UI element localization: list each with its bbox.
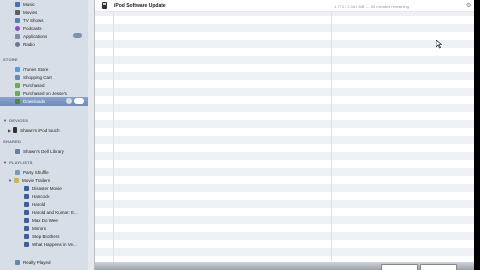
sidebar-item-label: Music — [23, 1, 35, 7]
disclosure-triangle-icon[interactable]: ▼ — [3, 118, 7, 123]
sidebar-item-playlist[interactable]: Harold and Kumar: E... — [0, 208, 88, 216]
playlist-icon — [24, 185, 29, 191]
disclosure-triangle-icon[interactable]: ▼ — [8, 178, 12, 183]
playlist-icon — [24, 233, 29, 239]
itunes-window: Music Movies TV Shows Podcasts Applicati… — [0, 0, 474, 270]
sidebar-item-applications[interactable]: Applications — [0, 32, 88, 40]
downloads-list: iPod Software Update 1,770 / 2,341 MB — … — [95, 0, 474, 262]
devices-section-header: ▼ DEVICES — [3, 118, 28, 123]
count-badge — [73, 33, 82, 38]
playlist-icon — [24, 225, 29, 231]
sidebar-item-label: Really Played — [23, 259, 51, 265]
playlists-section-header: ▼ PLAYLISTS — [3, 160, 33, 165]
downloads-icon — [15, 99, 20, 104]
sidebar-item-label: Step Brothers — [32, 233, 60, 239]
sidebar-item-party-shuffle[interactable]: Party Shuffle — [0, 168, 88, 176]
purchased-icon — [15, 82, 20, 88]
sidebar-item-purchased-other[interactable]: Purchased on Jesse's — [0, 89, 88, 97]
sidebar-item-label: Shawn's iPod touch — [20, 127, 60, 133]
sidebar-item-label: Movies — [23, 9, 38, 15]
source-list: Music Movies TV Shows Podcasts Applicati… — [0, 0, 89, 270]
sidebar-item-label: Party Shuffle — [23, 169, 49, 175]
sidebar-item-label: Mirrors — [32, 225, 46, 231]
playlist-icon — [24, 217, 29, 223]
sidebar-item-movies[interactable]: Movies — [0, 8, 88, 16]
sidebar-item-downloads[interactable]: Downloads — [0, 97, 88, 106]
sidebar-item-label: Purchased on Jesse's — [23, 90, 67, 96]
disclosure-triangle-icon[interactable]: ▼ — [3, 160, 7, 165]
sidebar-item-label: iTunes Store — [23, 66, 49, 72]
sidebar-item-label: Shawn's Dell Library — [23, 148, 64, 154]
applications-icon — [15, 33, 20, 39]
disclosure-triangle-icon[interactable]: ▶ — [8, 128, 11, 133]
store-icon — [15, 66, 20, 72]
ipod-icon — [102, 2, 107, 9]
shared-library-icon — [15, 148, 20, 154]
store-section-header: STORE — [3, 57, 18, 62]
sidebar-item-tv-shows[interactable]: TV Shows — [0, 16, 88, 24]
sidebar-item-label: Harold — [32, 201, 46, 207]
cart-icon — [15, 74, 20, 80]
sidebar-item-playlist[interactable]: Harold — [0, 200, 88, 208]
section-label: PLAYLISTS — [9, 160, 33, 165]
sidebar-item-purchased[interactable]: Purchased — [0, 81, 88, 89]
sidebar-item-label: TV Shows — [23, 17, 44, 23]
sidebar-item-playlist[interactable]: Step Brothers — [0, 232, 88, 240]
sidebar-item-shared-library[interactable]: Shawn's Dell Library — [0, 147, 88, 155]
sidebar-item-label: Disaster Movie — [32, 185, 62, 191]
sidebar-item-label: Harold and Kumar: E... — [32, 209, 78, 215]
sidebar-item-ipod[interactable]: ▶ Shawn's iPod touch — [0, 126, 88, 134]
sidebar-item-playlist[interactable]: Mirrors — [0, 224, 88, 232]
sidebar-item-playlist[interactable]: Max Do Wee — [0, 216, 88, 224]
progress-badge — [66, 98, 72, 104]
sidebar-item-movie-trailers-folder[interactable]: ▼ Movie Trailers — [0, 176, 88, 184]
sidebar-item-label: Max Do Wee — [32, 217, 58, 223]
sidebar-item-label: Movie Trailers — [21, 177, 50, 183]
toolbar-button[interactable] — [420, 264, 457, 270]
bottom-toolbar — [95, 262, 474, 270]
sidebar-item-label: Shopping Cart — [23, 74, 52, 80]
podcast-icon — [15, 25, 20, 31]
sidebar-item-label: Purchased — [23, 82, 45, 88]
section-label: DEVICES — [9, 118, 29, 123]
folder-icon — [13, 177, 19, 183]
toolbar-button[interactable] — [381, 264, 418, 270]
column-divider — [113, 0, 114, 262]
tv-icon — [15, 17, 20, 23]
radio-icon — [15, 41, 20, 47]
sidebar-item-label: Downloads — [23, 99, 46, 104]
download-title: iPod Software Update — [114, 3, 166, 9]
count-badge — [74, 98, 84, 104]
playlist-icon — [24, 209, 29, 215]
music-icon — [15, 1, 20, 7]
column-divider — [331, 0, 332, 262]
purchased-icon — [15, 90, 20, 96]
playlist-icon — [24, 193, 29, 199]
party-shuffle-icon — [15, 169, 20, 175]
sidebar-item-smart-playlist[interactable]: Really Played — [0, 258, 88, 266]
playlist-icon — [24, 241, 29, 247]
ipod-icon — [13, 127, 18, 133]
sidebar-item-playlist[interactable]: Disaster Movie — [0, 184, 88, 192]
sidebar-scrollbar[interactable] — [88, 0, 95, 270]
sidebar-item-label: Radio — [23, 41, 35, 47]
download-status: 1,770 / 2,341 MB — 55 minutes remaining — [334, 4, 409, 9]
sidebar-item-label: Hancock — [32, 193, 50, 199]
sidebar-item-music[interactable]: Music — [0, 0, 88, 8]
shared-section-header: SHARED — [3, 139, 22, 144]
sidebar-item-radio[interactable]: Radio — [0, 40, 88, 48]
smart-playlist-icon — [15, 259, 20, 265]
sidebar-item-playlist[interactable]: Hancock — [0, 192, 88, 200]
sidebar-item-shopping-cart[interactable]: Shopping Cart — [0, 73, 88, 81]
sidebar-item-label: Podcasts — [23, 25, 42, 31]
sidebar-item-itunes-store[interactable]: iTunes Store — [0, 65, 88, 73]
download-row[interactable]: iPod Software Update 1,770 / 2,341 MB — … — [95, 0, 474, 12]
sidebar-item-playlist[interactable]: What Happens in Ve... — [0, 240, 88, 248]
sidebar-item-label: What Happens in Ve... — [32, 241, 77, 247]
playlist-icon — [24, 201, 29, 207]
gear-icon[interactable]: ⚙ — [466, 2, 471, 9]
sidebar-item-label: Applications — [23, 33, 48, 39]
sidebar-item-podcasts[interactable]: Podcasts — [0, 24, 88, 32]
movies-icon — [15, 9, 20, 15]
